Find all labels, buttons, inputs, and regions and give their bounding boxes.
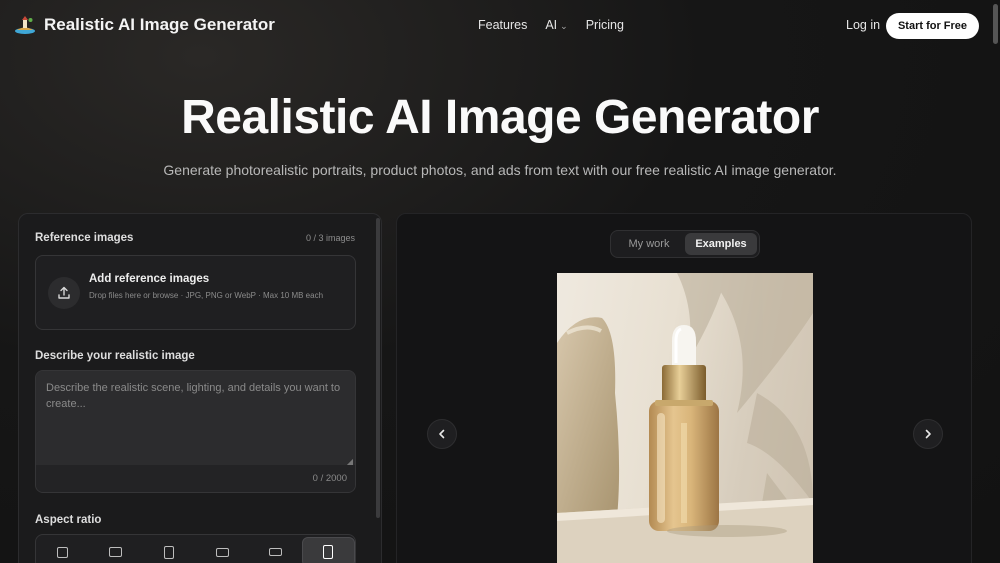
aspect-ratio-selector xyxy=(35,534,356,563)
prompt-box: ◢ 0 / 2000 xyxy=(35,370,356,493)
start-for-free-button[interactable]: Start for Free xyxy=(886,13,979,39)
generator-form-panel: Reference images 0 / 3 images Add refere… xyxy=(18,213,382,563)
reference-images-count: 0 / 3 images xyxy=(305,233,355,243)
prompt-label: Describe your realistic image xyxy=(35,350,195,362)
carousel-next-button[interactable] xyxy=(913,419,943,449)
ratio-landscape-icon xyxy=(109,547,123,557)
aspect-option-3[interactable] xyxy=(142,537,195,563)
ratio-tall-icon xyxy=(323,545,334,559)
chevron-left-icon xyxy=(439,429,445,439)
reference-images-label: Reference images xyxy=(35,232,134,244)
preview-panel: My work Examples xyxy=(396,213,972,563)
nav-links: Features AI ⌄ Pricing xyxy=(478,18,624,32)
upload-icon xyxy=(48,277,80,309)
reference-upload-dropzone[interactable]: Add reference images Drop files here or … xyxy=(35,255,356,330)
page-scrollbar[interactable] xyxy=(993,4,998,44)
aspect-option-5[interactable] xyxy=(249,537,302,563)
ratio-wide-icon xyxy=(215,547,229,557)
prompt-input[interactable] xyxy=(36,371,355,465)
aspect-option-2[interactable] xyxy=(89,537,142,563)
prompt-footer: 0 / 2000 xyxy=(36,465,355,492)
ratio-widescreen-icon xyxy=(268,548,282,556)
chevron-down-icon: ⌄ xyxy=(560,21,568,31)
brand-name: Realistic AI Image Generator xyxy=(44,15,275,34)
aspect-option-6[interactable] xyxy=(301,537,356,563)
nav-link-ai-label: AI xyxy=(545,18,558,32)
logo-icon xyxy=(14,14,36,36)
page-subtitle: Generate photorealistic portraits, produ… xyxy=(163,162,837,178)
aspect-option-1[interactable] xyxy=(36,537,89,563)
panel-scrollbar[interactable] xyxy=(376,218,380,518)
character-count: 0 / 2000 xyxy=(312,473,347,484)
nav-link-pricing[interactable]: Pricing xyxy=(586,18,624,32)
login-link[interactable]: Log in xyxy=(846,18,880,32)
aspect-ratio-label: Aspect ratio xyxy=(35,514,102,526)
top-nav: Realistic AI Image Generator Features AI… xyxy=(0,0,1000,52)
nav-link-ai[interactable]: AI ⌄ xyxy=(545,18,567,32)
ratio-portrait-icon xyxy=(163,545,174,559)
chevron-right-icon xyxy=(925,429,931,439)
example-image[interactable] xyxy=(557,273,813,563)
tab-my-work[interactable]: My work xyxy=(613,233,685,255)
upload-help-text: Drop files here or browse · JPG, PNG or … xyxy=(89,291,324,300)
ratio-square-icon xyxy=(57,546,69,558)
upload-title: Add reference images xyxy=(89,273,210,285)
page-title: Realistic AI Image Generator xyxy=(181,91,819,144)
preview-tabs: My work Examples xyxy=(610,230,760,258)
tab-examples[interactable]: Examples xyxy=(685,233,757,255)
carousel-prev-button[interactable] xyxy=(427,419,457,449)
aspect-option-4[interactable] xyxy=(196,537,249,563)
nav-link-features[interactable]: Features xyxy=(478,18,527,32)
brand-logo[interactable]: Realistic AI Image Generator xyxy=(14,14,275,36)
